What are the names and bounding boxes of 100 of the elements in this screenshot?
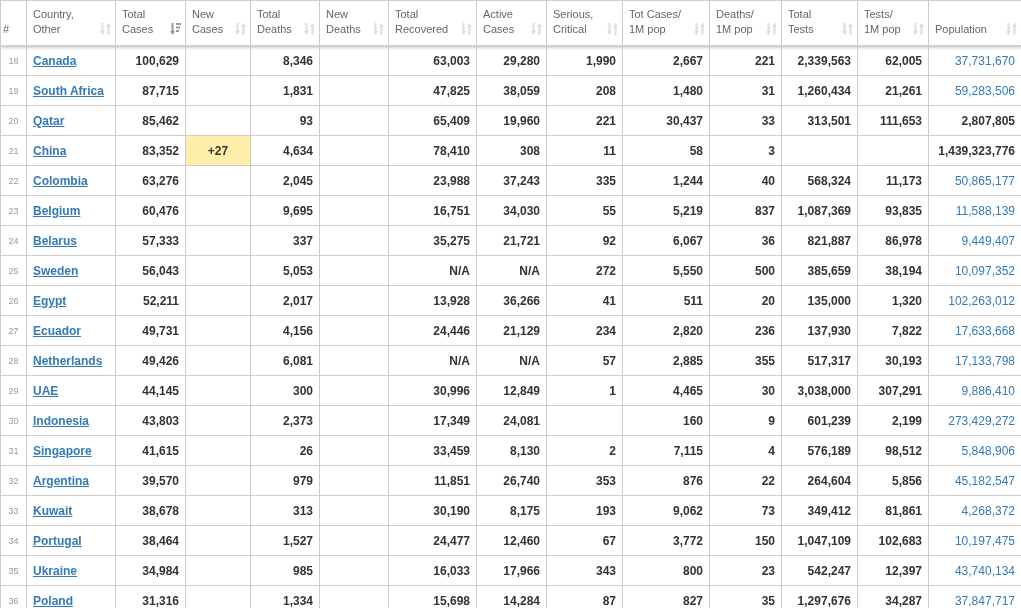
column-label[interactable]: Population [935, 22, 987, 37]
table-cell: 3,038,000 [781, 375, 858, 406]
table-cell: 11,851 [388, 465, 477, 496]
table-cell: 26,740 [476, 465, 547, 496]
table-cell: 2,667 [622, 45, 710, 76]
table-cell: 92 [546, 225, 623, 256]
sort-icon[interactable] [1006, 23, 1017, 35]
table-cell: 7,115 [622, 435, 710, 466]
table-cell: 40 [709, 165, 782, 196]
country-link[interactable]: Qatar [33, 113, 65, 128]
sort-icon[interactable] [531, 23, 542, 35]
table-cell: 12,849 [476, 375, 547, 406]
table-cell: N/A [476, 255, 547, 286]
table-cell: 87,715 [115, 75, 186, 106]
table-cell: 49,426 [115, 345, 186, 376]
row-number: 18 [0, 45, 27, 76]
table-cell: 37,243 [476, 165, 547, 196]
sort-icon[interactable] [694, 23, 705, 35]
table-cell: 58 [622, 135, 710, 166]
sort-icon[interactable] [842, 23, 853, 35]
row-number: 23 [0, 195, 27, 226]
country-link[interactable]: Egypt [33, 293, 67, 308]
table-cell: 236 [709, 315, 782, 346]
table-cell: 335 [546, 165, 623, 196]
table-cell: 308 [476, 135, 547, 166]
sort-icon[interactable] [461, 23, 472, 35]
table-cell: 9 [709, 405, 782, 436]
table-cell: 93,835 [857, 195, 929, 226]
table-cell: 2,339,563 [781, 45, 858, 76]
table-cell: 876 [622, 465, 710, 496]
table-cell: 29,280 [476, 45, 547, 76]
table-cell: 979 [250, 465, 320, 496]
table-cell: 65,409 [388, 105, 477, 136]
table-cell: 57,333 [115, 225, 186, 256]
table-cell: 93 [250, 105, 320, 136]
sort-icon[interactable] [766, 23, 777, 35]
table-cell: 1,480 [622, 75, 710, 106]
table-cell: 137,930 [781, 315, 858, 346]
table-cell: 568,324 [781, 165, 858, 196]
row-number: 36 [0, 585, 27, 608]
table-cell: 60,476 [115, 195, 186, 226]
table-cell: 2,199 [857, 405, 929, 436]
table-cell: 41 [546, 285, 623, 316]
sort-icon[interactable] [913, 23, 924, 35]
table-cell: 30,996 [388, 375, 477, 406]
table-cell: 44,145 [115, 375, 186, 406]
table-cell: 800 [622, 555, 710, 586]
table-cell: 98,512 [857, 435, 929, 466]
table-cell: 353 [546, 465, 623, 496]
table-cell: 30,193 [857, 345, 929, 376]
table-cell: 221 [709, 45, 782, 76]
table-cell: 307,291 [857, 375, 929, 406]
table-cell: 43,803 [115, 405, 186, 436]
table-cell: 5,550 [622, 255, 710, 286]
sort-icon[interactable] [607, 23, 618, 35]
table-cell: 102,683 [857, 525, 929, 556]
table-cell: 221 [546, 105, 623, 136]
table-cell: 38,678 [115, 495, 186, 526]
table-cell: 41,615 [115, 435, 186, 466]
table-cell: 21,129 [476, 315, 547, 346]
table-cell: 1,320 [857, 285, 929, 316]
row-number: 32 [0, 465, 27, 496]
table-cell: 985 [250, 555, 320, 586]
row-number: 25 [0, 255, 27, 286]
table-cell: 193 [546, 495, 623, 526]
table-cell: 7,822 [857, 315, 929, 346]
row-number: 27 [0, 315, 27, 346]
country-link[interactable]: UAE [33, 383, 59, 398]
sort-icon[interactable] [170, 23, 181, 35]
table-cell: 9,695 [250, 195, 320, 226]
table-cell: 6,067 [622, 225, 710, 256]
table-cell: 2,373 [250, 405, 320, 436]
table-cell: 31 [709, 75, 782, 106]
sort-icon[interactable] [235, 23, 246, 35]
table-cell: 24,477 [388, 525, 477, 556]
table-cell: 47,825 [388, 75, 477, 106]
row-number: 35 [0, 555, 27, 586]
table-cell: 24,081 [476, 405, 547, 436]
table-cell: N/A [388, 345, 477, 376]
table-cell: 21,721 [476, 225, 547, 256]
table-cell: 517,317 [781, 345, 858, 376]
table-cell: 24,446 [388, 315, 477, 346]
table-cell: 5,856 [857, 465, 929, 496]
table-cell: 22 [709, 465, 782, 496]
table-cell: 33 [709, 105, 782, 136]
table-cell: 16,033 [388, 555, 477, 586]
table-cell: 234 [546, 315, 623, 346]
table-cell: 8,346 [250, 45, 320, 76]
sort-icon[interactable] [100, 23, 111, 35]
country-link[interactable]: China [33, 143, 67, 158]
table-cell: 9,062 [622, 495, 710, 526]
table-cell: 62,005 [857, 45, 929, 76]
table-cell: 355 [709, 345, 782, 376]
table-cell: 63,276 [115, 165, 186, 196]
table-cell: 1,244 [622, 165, 710, 196]
row-number: 31 [0, 435, 27, 466]
table-cell: 1,990 [546, 45, 623, 76]
row-number: 34 [0, 525, 27, 556]
sort-icon[interactable] [304, 23, 315, 35]
sort-icon[interactable] [373, 23, 384, 35]
